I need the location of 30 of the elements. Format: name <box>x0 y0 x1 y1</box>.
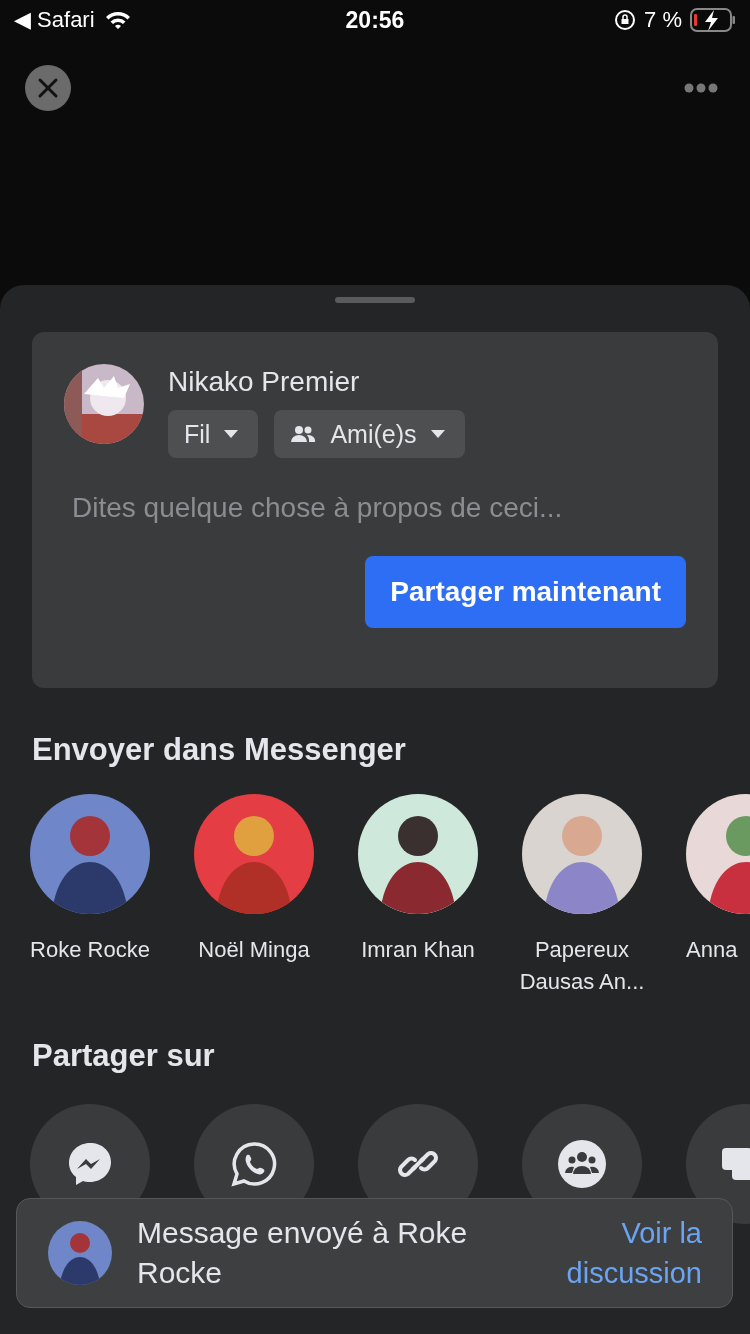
group-icon <box>557 1139 607 1189</box>
contact-name[interactable]: Imran Khan <box>338 934 498 966</box>
more-options-icon[interactable] <box>684 83 718 93</box>
battery-percentage: 7 % <box>644 7 682 33</box>
close-icon <box>37 77 59 99</box>
contact-name[interactable]: Papereux Dausas An... <box>502 934 662 998</box>
battery-charging-icon <box>690 8 736 32</box>
section-heading: Envoyer dans Messenger <box>32 731 407 769</box>
rotation-lock-icon <box>614 9 637 31</box>
post-text-field[interactable]: Dites quelque chose à propos de ceci... <box>64 492 686 524</box>
view-conversation-link[interactable]: Voir la discussion <box>542 1213 702 1293</box>
contact-name[interactable]: Roke Rocke <box>30 934 170 966</box>
audience-dropdown[interactable]: Fil <box>168 410 259 458</box>
phone-chat-icon <box>230 1140 278 1188</box>
contact-name[interactable]: Noël Minga <box>174 934 334 966</box>
share-now-button[interactable]: Partager maintenant <box>365 556 686 628</box>
close-button[interactable] <box>25 65 71 111</box>
people-icon <box>290 425 317 443</box>
contact-name[interactable]: Anna <box>686 934 750 966</box>
drag-handle[interactable] <box>335 297 415 303</box>
section-heading: Partager sur <box>32 1037 216 1075</box>
caret-icon <box>224 430 239 438</box>
wifi-icon <box>104 10 131 30</box>
caret-icon <box>430 430 445 438</box>
back-to-app-label[interactable]: ◀ Safari <box>14 7 95 33</box>
author-name: Nikako Premier <box>168 366 361 398</box>
messenger-icon <box>66 1140 114 1188</box>
toast-message: Message envoyé à Roke Rocke <box>137 1215 469 1291</box>
audience-dropdown[interactable]: Ami(e)s <box>274 410 465 458</box>
clock-time: 20:56 <box>345 6 405 34</box>
